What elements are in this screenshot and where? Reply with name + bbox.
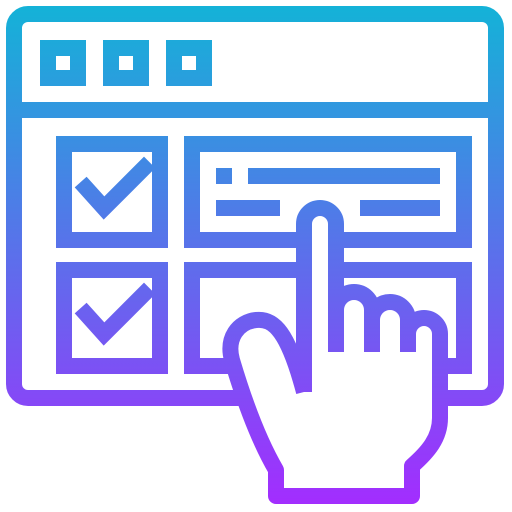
illustration-canvas: [0, 0, 512, 512]
window-control-square-3: [166, 40, 212, 86]
window-controls: [40, 40, 212, 86]
web-form-checklist-hand-icon: [6, 6, 504, 504]
field-text-line-3: [360, 200, 440, 216]
window-control-square-1: [40, 40, 86, 86]
field-bullet: [216, 168, 232, 184]
window-control-square-2: [103, 40, 149, 86]
field-text-line-1: [248, 168, 440, 184]
checkmark-icon: [74, 282, 156, 346]
field-text-line-2: [216, 200, 280, 216]
checkmark-icon: [74, 156, 156, 220]
checkbox-list: [56, 136, 168, 374]
